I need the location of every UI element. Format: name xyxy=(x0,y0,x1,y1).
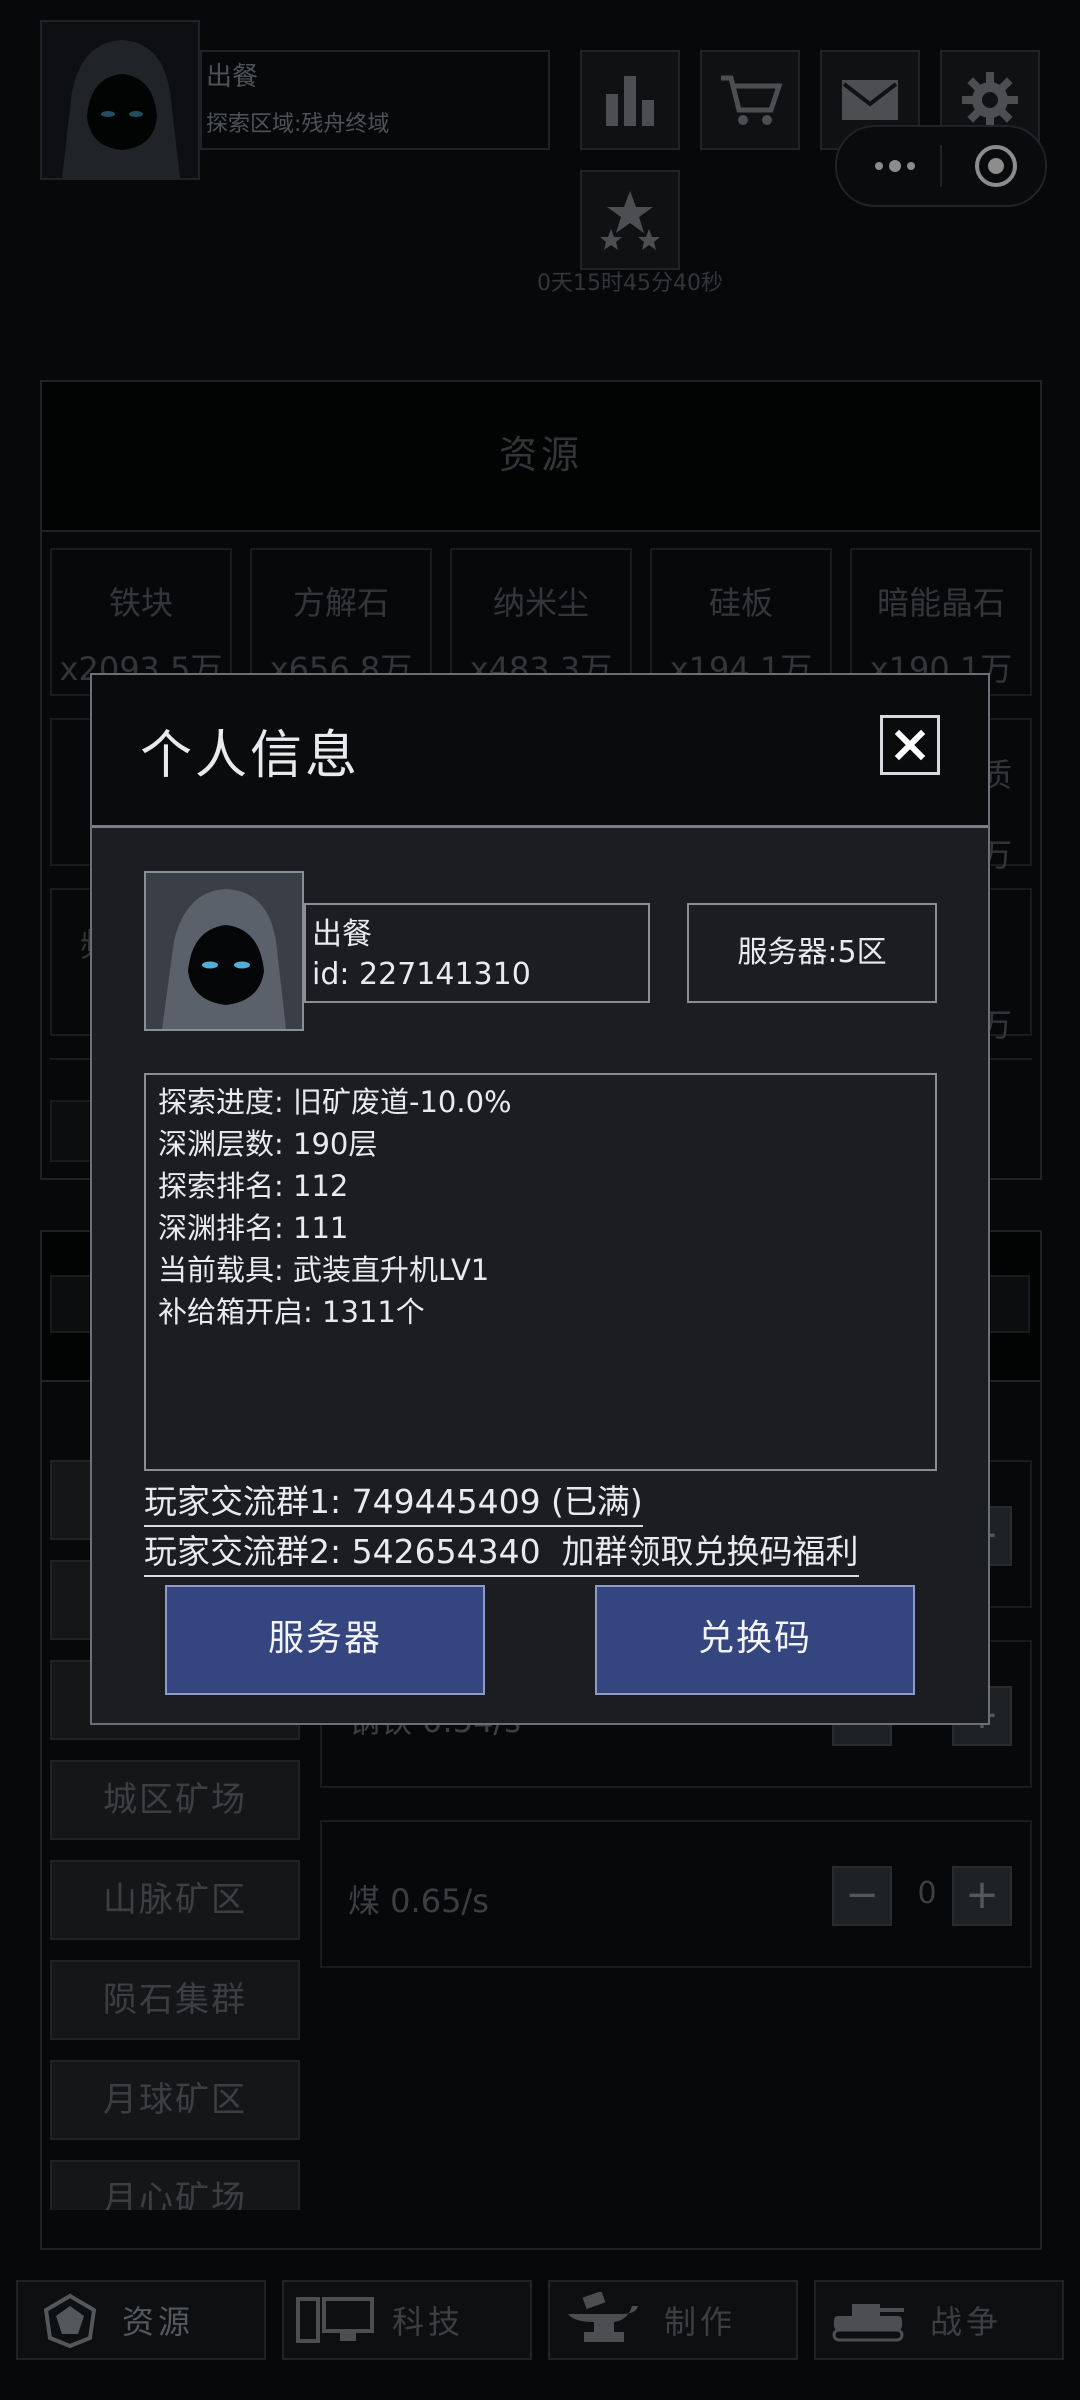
stat-explore-rank: 探索排名: 112 xyxy=(158,1169,349,1203)
server-label: 服务器:5区 xyxy=(687,903,937,1003)
modal-player-id: id: 227141310 xyxy=(312,957,531,992)
stats-box: 探索进度: 旧矿废道-10.0% 深渊层数: 190层 探索排名: 112 深渊… xyxy=(144,1073,937,1471)
modal-header: 个人信息 xyxy=(92,675,988,828)
hooded-figure-icon xyxy=(146,873,302,1029)
modal-player-name: 出餐 xyxy=(312,917,372,952)
stat-supply-boxes: 补给箱开启: 1311个 xyxy=(158,1295,425,1329)
modal-title: 个人信息 xyxy=(140,726,361,786)
modal-avatar xyxy=(144,871,304,1031)
stat-vehicle: 当前载具: 武装直升机LV1 xyxy=(158,1253,490,1287)
close-button[interactable] xyxy=(880,715,940,775)
redeem-code-button[interactable]: 兑换码 xyxy=(595,1585,915,1695)
server-button[interactable]: 服务器 xyxy=(165,1585,485,1695)
stat-abyss-level: 深渊层数: 190层 xyxy=(158,1127,378,1161)
stat-explore-progress: 探索进度: 旧矿废道-10.0% xyxy=(158,1085,512,1119)
player-group-1[interactable]: 玩家交流群1: 749445409 (已满) xyxy=(144,1475,643,1527)
player-group-2[interactable]: 玩家交流群2: 542654340 加群领取兑换码福利 xyxy=(144,1525,859,1577)
close-icon xyxy=(894,729,926,761)
stat-abyss-rank: 深渊排名: 111 xyxy=(158,1211,349,1245)
personal-info-modal: 个人信息 出餐 id: 227141310 服务器:5区 探索进度: 旧矿废道-… xyxy=(90,673,990,1725)
modal-identity-box: 出餐 id: 227141310 xyxy=(304,903,650,1003)
